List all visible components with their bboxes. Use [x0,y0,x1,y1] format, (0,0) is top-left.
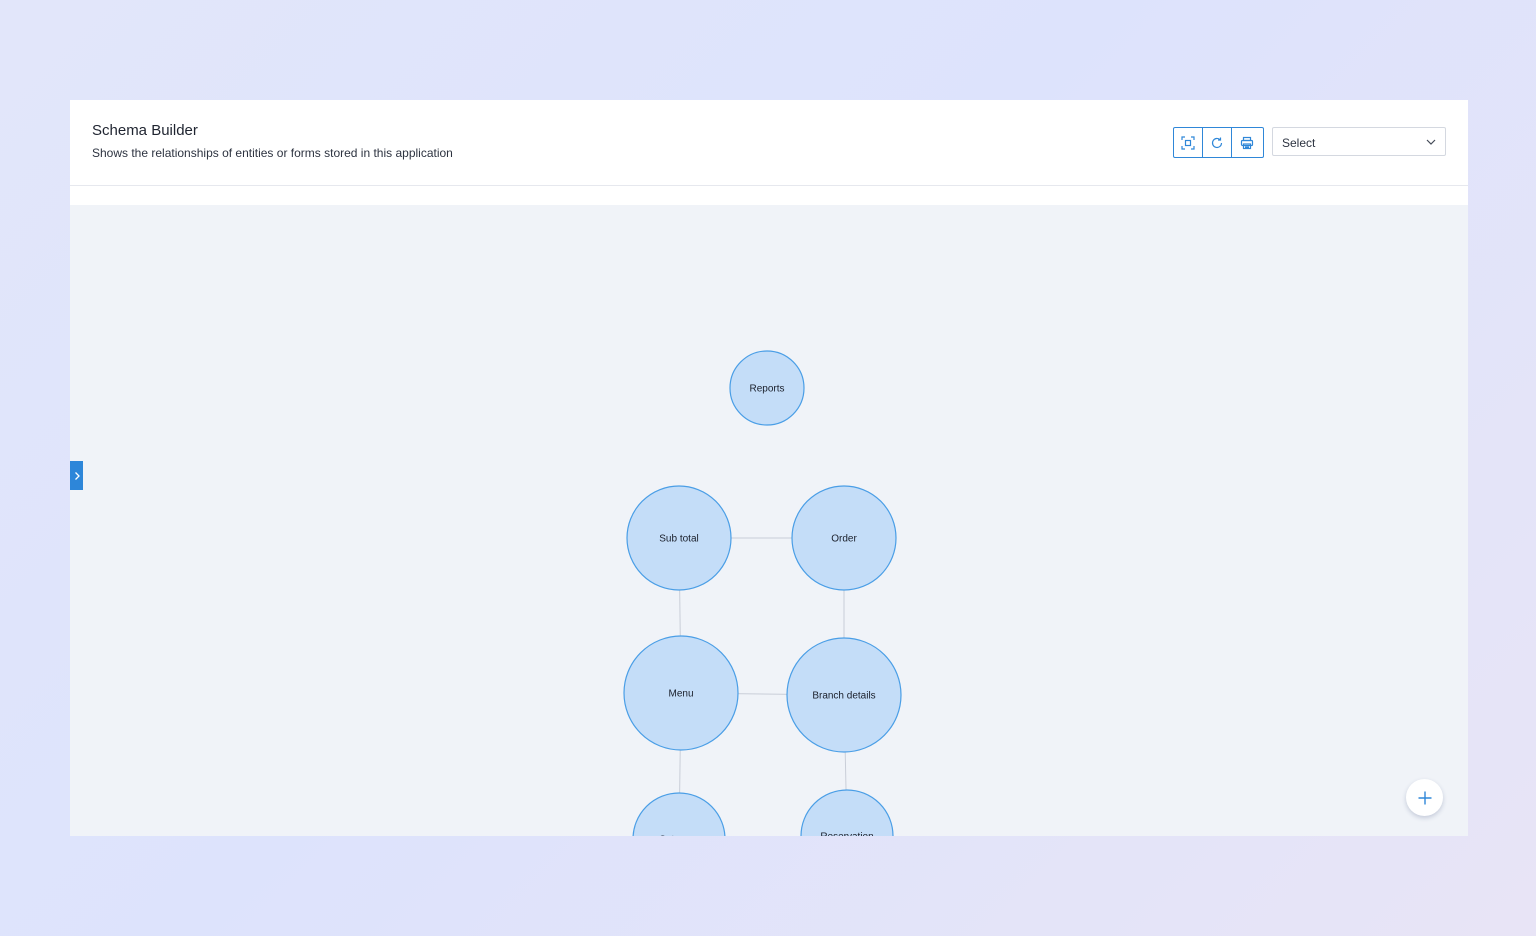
print-icon [1240,136,1253,149]
node-label: Order [831,534,857,545]
add-button[interactable] [1406,779,1443,816]
schema-builder-panel: Schema Builder Shows the relationships o… [70,100,1468,836]
node-label: Branch details [812,691,875,702]
node-circle[interactable] [632,792,726,836]
page-subtitle: Shows the relationships of entities or f… [92,146,453,160]
plus-icon [1418,791,1431,804]
graph-toolbar [1173,127,1264,158]
node-category[interactable]: Category [632,792,726,837]
schema-canvas[interactable]: Reports Sub total Order Menu Branch details C… [70,205,1468,836]
node-label: Category [659,835,700,837]
node-label: Reservation [820,832,873,837]
node-label: Reports [749,384,784,395]
chevron-right-icon [74,471,80,480]
refresh-button[interactable] [1203,128,1232,157]
node-sub-total[interactable]: Sub total [626,485,732,591]
node-circle[interactable] [800,789,894,836]
fit-to-screen-button[interactable] [1174,128,1203,157]
fit-to-screen-icon [1181,135,1195,150]
refresh-icon [1211,137,1223,148]
side-panel-toggle[interactable] [70,461,83,490]
node-label: Sub total [659,534,698,545]
header: Schema Builder Shows the relationships o… [70,100,1468,186]
select-value: Select [1282,136,1316,150]
schema-graph[interactable]: Reports Sub total Order Menu Branch details C… [70,205,1468,836]
node-branch-details[interactable]: Branch details [786,637,902,753]
node-order[interactable]: Order [791,485,897,591]
node-menu[interactable]: Menu [623,635,739,751]
node-label: Menu [668,689,693,700]
print-button[interactable] [1232,128,1261,157]
page-title: Schema Builder [92,122,198,139]
node-reservation[interactable]: Reservation [800,789,894,837]
schema-select-dropdown[interactable]: Select [1272,127,1446,156]
chevron-down-icon [1426,139,1436,145]
node-reports[interactable]: Reports [729,350,805,426]
